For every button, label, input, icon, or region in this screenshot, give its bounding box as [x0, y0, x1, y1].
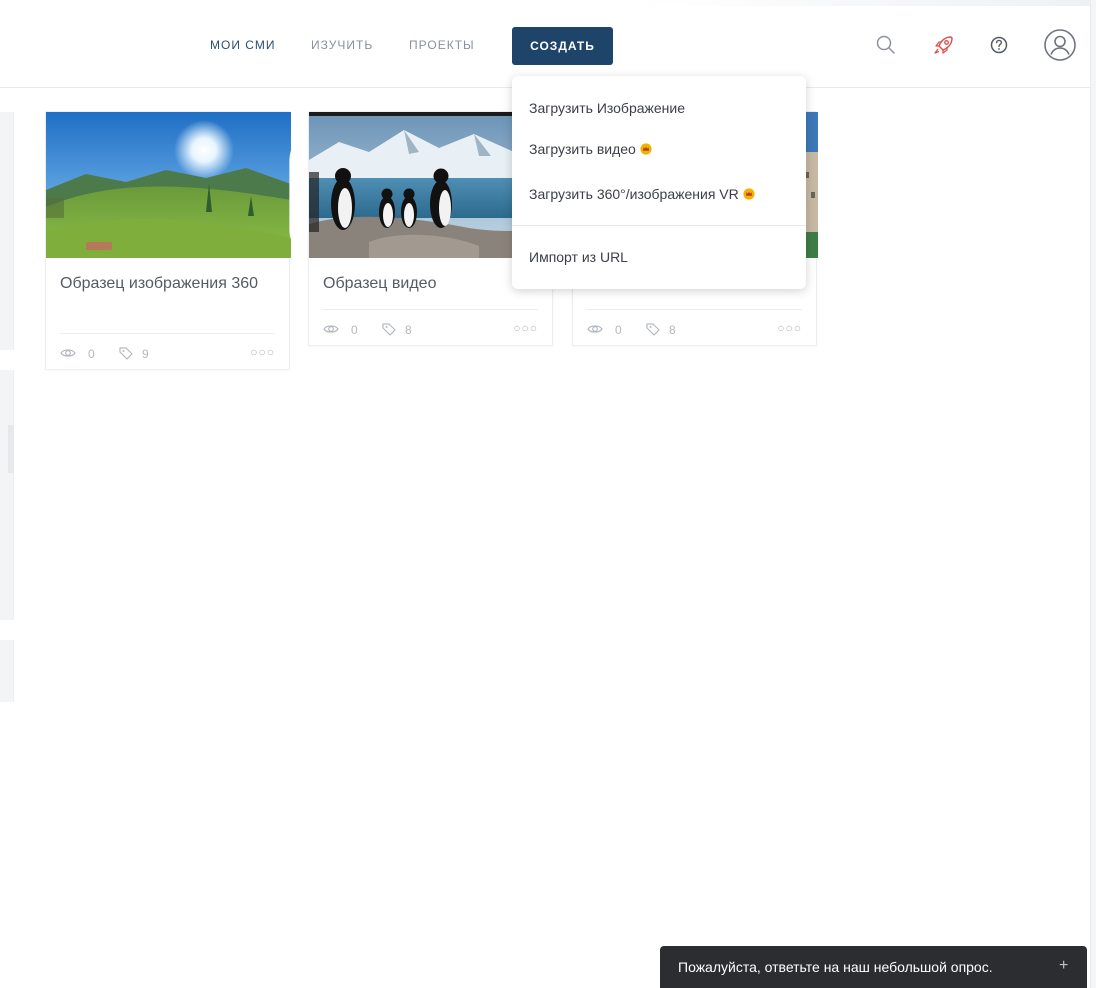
search-icon[interactable] [873, 32, 899, 58]
card-meta: 0 9 ○○○ [60, 345, 275, 363]
sidebar-panel-middle [0, 370, 14, 620]
menu-item-upload-image[interactable]: Загрузить Изображение [529, 100, 685, 116]
sidebar-handle[interactable] [8, 425, 14, 473]
sidebar-panel-top [0, 112, 14, 350]
create-button[interactable]: СОЗДАТЬ [512, 27, 613, 65]
views-count: 0 [351, 323, 358, 337]
page-scrollbar[interactable] [1090, 0, 1096, 988]
tags-count: 8 [669, 323, 676, 337]
menu-item-label: Загрузить 360°/изображения VR [529, 186, 739, 202]
media-card[interactable]: Образец изображения 360 0 9 ○○○ [45, 111, 291, 370]
menu-item-label: Загрузить Изображение [529, 100, 686, 116]
create-dropdown-menu: Загрузить Изображение Загрузить видео За… [512, 76, 806, 289]
eye-icon [587, 322, 603, 336]
vr-icon [263, 122, 291, 240]
survey-toast[interactable]: Пожалуйста, ответьте на наш небольшой оп… [660, 946, 1087, 988]
tags-count: 9 [142, 347, 149, 361]
card-meta: 0 8 ○○○ [587, 321, 802, 339]
menu-item-label: Загрузить видео [529, 141, 636, 157]
nav-explore[interactable]: ИЗУЧИТЬ [311, 38, 373, 52]
menu-item-label: Импорт из URL [529, 249, 628, 265]
user-avatar-icon[interactable] [1043, 28, 1077, 62]
views-count: 0 [615, 323, 622, 337]
rocket-icon[interactable] [931, 32, 957, 58]
card-divider [587, 309, 802, 310]
help-icon[interactable] [986, 32, 1012, 58]
top-navigation-bar: МОИ СМИ ИЗУЧИТЬ ПРОЕКТЫ СОЗДАТЬ [0, 0, 1096, 88]
eye-icon [323, 322, 339, 336]
card-meta: 0 8 ○○○ [323, 321, 538, 339]
top-shade [640, 0, 1096, 6]
card-title[interactable]: Образец изображения 360 [60, 272, 280, 295]
more-options-icon[interactable]: ○○○ [777, 321, 802, 335]
menu-item-upload-video[interactable]: Загрузить видео [529, 141, 652, 157]
card-title[interactable]: Образец видео [323, 272, 543, 295]
tag-icon [381, 322, 397, 336]
menu-divider [512, 225, 806, 226]
survey-toast-text: Пожалуйста, ответьте на наш небольшой оп… [678, 959, 993, 975]
tags-count: 8 [405, 323, 412, 337]
card-divider [60, 333, 275, 334]
sidebar-panel-bottom [0, 640, 14, 702]
tag-icon [118, 346, 134, 360]
expand-plus-icon[interactable]: + [1059, 957, 1068, 975]
eye-icon [60, 346, 76, 360]
nav-my-media[interactable]: МОИ СМИ [210, 38, 275, 52]
card-thumbnail-panorama[interactable] [46, 112, 291, 258]
more-options-icon[interactable]: ○○○ [250, 345, 275, 359]
card-divider [323, 309, 538, 310]
tag-icon [645, 322, 661, 336]
menu-item-upload-360[interactable]: Загрузить 360°/изображения VR [529, 186, 755, 202]
nav-projects[interactable]: ПРОЕКТЫ [409, 38, 475, 52]
views-count: 0 [88, 347, 95, 361]
more-options-icon[interactable]: ○○○ [513, 321, 538, 335]
premium-crown-icon [640, 142, 652, 155]
premium-crown-icon [743, 187, 755, 200]
menu-item-import-url[interactable]: Импорт из URL [529, 249, 628, 265]
